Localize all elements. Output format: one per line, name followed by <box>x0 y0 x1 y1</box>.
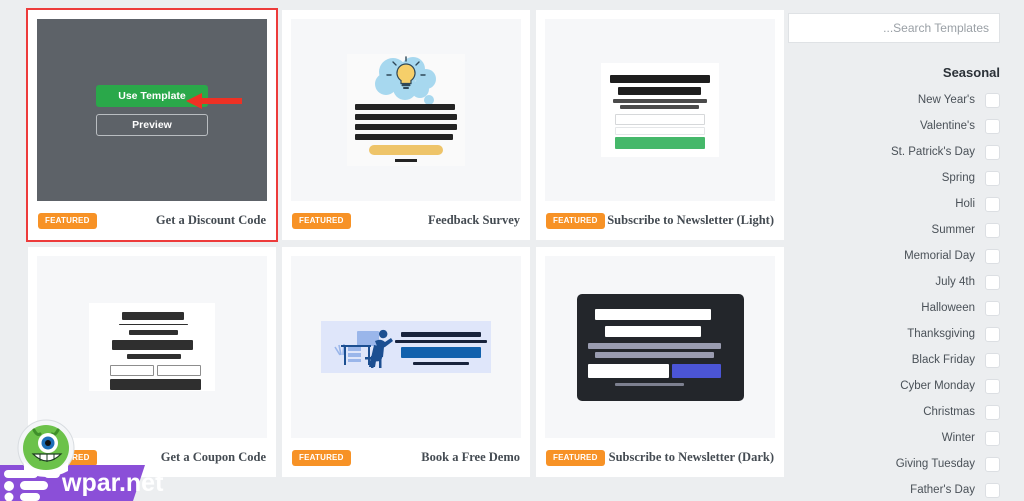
template-thumbnail <box>291 256 521 438</box>
filter-item-black-friday[interactable]: Black Friday <box>788 347 1000 373</box>
filter-item-summer[interactable]: Summer <box>788 217 1000 243</box>
featured-badge: FEATURED <box>38 449 97 466</box>
filter-item-st-patricks-day[interactable]: St. Patrick's Day <box>788 139 1000 165</box>
filter-item-cyber-monday[interactable]: Cyber Monday <box>788 373 1000 399</box>
featured-badge: FEATURED <box>546 212 605 229</box>
template-thumbnail <box>545 19 775 201</box>
template-card-footer: FEATURED Get a Coupon Code <box>37 438 267 477</box>
seasonal-filter-list: New Year's Valentine's St. Patrick's Day… <box>788 87 1000 501</box>
filter-label: Father's Day <box>910 484 975 496</box>
filter-label: Black Friday <box>911 354 975 366</box>
featured-badge: FEATURED <box>292 449 351 466</box>
template-title: Get a Discount Code <box>155 213 266 227</box>
filter-label: Holi <box>955 198 975 210</box>
filter-item-halloween[interactable]: Halloween <box>788 295 1000 321</box>
filter-checkbox[interactable] <box>985 222 1000 238</box>
filter-label: Valentine's <box>919 120 975 132</box>
featured-badge: FEATURED <box>292 212 351 229</box>
search-input[interactable] <box>788 13 1000 43</box>
featured-badge: FEATURED <box>546 449 605 466</box>
template-hover-overlay: Use Template Preview <box>37 19 267 201</box>
filter-item-july-4th[interactable]: July 4th <box>788 269 1000 295</box>
person-at-desk-icon <box>334 329 393 368</box>
filter-label: Giving Tuesday <box>895 458 975 470</box>
thumbnail-art-free-demo <box>321 321 491 373</box>
filter-checkbox[interactable] <box>985 144 1000 160</box>
template-thumbnail <box>37 256 267 438</box>
filter-checkbox[interactable] <box>985 170 1000 186</box>
filter-label: New Year's <box>917 94 975 106</box>
template-card-footer: FEATURED Book a Free Demo <box>291 438 521 477</box>
filter-label: Christmas <box>923 406 975 418</box>
filter-label: Spring <box>941 172 975 184</box>
filter-item-giving-tuesday[interactable]: Giving Tuesday <box>788 451 1000 477</box>
template-card-footer: FEATURED Subscribe to Newsletter (Light) <box>545 201 775 240</box>
filter-item-christmas[interactable]: Christmas <box>788 399 1000 425</box>
thumbnail-art-feedback-survey <box>347 54 465 166</box>
filter-checkbox[interactable] <box>985 456 1000 472</box>
filter-checkbox[interactable] <box>985 404 1000 420</box>
filter-section-title: Seasonal <box>942 65 1000 80</box>
filter-item-new-years[interactable]: New Year's <box>788 87 1000 113</box>
filter-item-winter[interactable]: Winter <box>788 425 1000 451</box>
filters-sidebar: Seasonal New Year's Valentine's St. Patr… <box>788 0 1024 501</box>
filter-checkbox[interactable] <box>985 118 1000 134</box>
template-card-coupon-code[interactable]: FEATURED Get a Coupon Code <box>28 247 276 477</box>
template-card-footer: FEATURED Feedback Survey <box>291 201 521 240</box>
lightbulb-thought-icon <box>375 56 436 105</box>
thumbnail-art-newsletter-dark <box>576 293 744 401</box>
template-title: Subscribe to Newsletter (Dark) <box>608 450 774 464</box>
filter-checkbox[interactable] <box>985 378 1000 394</box>
template-thumbnail <box>545 256 775 438</box>
preview-button[interactable]: Preview <box>96 113 208 136</box>
annotation-arrow-icon <box>186 93 242 109</box>
filter-checkbox[interactable] <box>985 274 1000 290</box>
filter-checkbox[interactable] <box>985 430 1000 446</box>
filter-item-holi[interactable]: Holi <box>788 191 1000 217</box>
filter-label: Halloween <box>921 302 975 314</box>
template-grid: Use Template Preview FEATURED Get a Disc… <box>26 8 788 477</box>
filter-label: Summer <box>931 224 975 236</box>
filter-checkbox[interactable] <box>985 300 1000 316</box>
thumbnail-art-coupon-code <box>89 303 215 391</box>
template-title: Feedback Survey <box>427 213 520 227</box>
template-card-footer: FEATURED Get a Discount Code <box>37 201 267 240</box>
template-thumbnail: Use Template Preview <box>37 19 267 201</box>
template-title: Get a Coupon Code <box>160 450 266 464</box>
filter-item-thanksgiving[interactable]: Thanksgiving <box>788 321 1000 347</box>
filter-item-spring[interactable]: Spring <box>788 165 1000 191</box>
filter-label: Thanksgiving <box>907 328 975 340</box>
filter-checkbox[interactable] <box>985 248 1000 264</box>
filter-label: Winter <box>941 432 975 444</box>
template-title: Subscribe to Newsletter (Light) <box>607 213 774 227</box>
filter-item-memorial-day[interactable]: Memorial Day <box>788 243 1000 269</box>
featured-badge: FEATURED <box>38 212 97 229</box>
template-card-feedback-survey[interactable]: FEATURED Feedback Survey <box>282 10 530 240</box>
filter-label: Memorial Day <box>904 250 975 262</box>
filter-label: Cyber Monday <box>900 380 975 392</box>
template-title: Book a Free Demo <box>421 450 520 464</box>
filter-label: July 4th <box>935 276 975 288</box>
template-library-screen: Use Template Preview FEATURED Get a Disc… <box>0 0 1024 501</box>
template-card-newsletter-dark[interactable]: FEATURED Subscribe to Newsletter (Dark) <box>536 247 784 477</box>
template-card-footer: FEATURED Subscribe to Newsletter (Dark) <box>545 438 775 477</box>
template-card-free-demo[interactable]: FEATURED Book a Free Demo <box>282 247 530 477</box>
filter-checkbox[interactable] <box>985 326 1000 342</box>
thumbnail-art-newsletter-light <box>601 63 719 157</box>
filter-label: St. Patrick's Day <box>891 146 975 158</box>
template-thumbnail <box>291 19 521 201</box>
filter-item-fathers-day[interactable]: Father's Day <box>788 477 1000 501</box>
filter-item-valentines[interactable]: Valentine's <box>788 113 1000 139</box>
filter-checkbox[interactable] <box>985 92 1000 108</box>
template-card-discount-code[interactable]: Use Template Preview FEATURED Get a Disc… <box>26 8 278 242</box>
filter-checkbox[interactable] <box>985 196 1000 212</box>
template-card-newsletter-light[interactable]: FEATURED Subscribe to Newsletter (Light) <box>536 10 784 240</box>
filter-checkbox[interactable] <box>985 352 1000 368</box>
filter-checkbox[interactable] <box>985 482 1000 498</box>
